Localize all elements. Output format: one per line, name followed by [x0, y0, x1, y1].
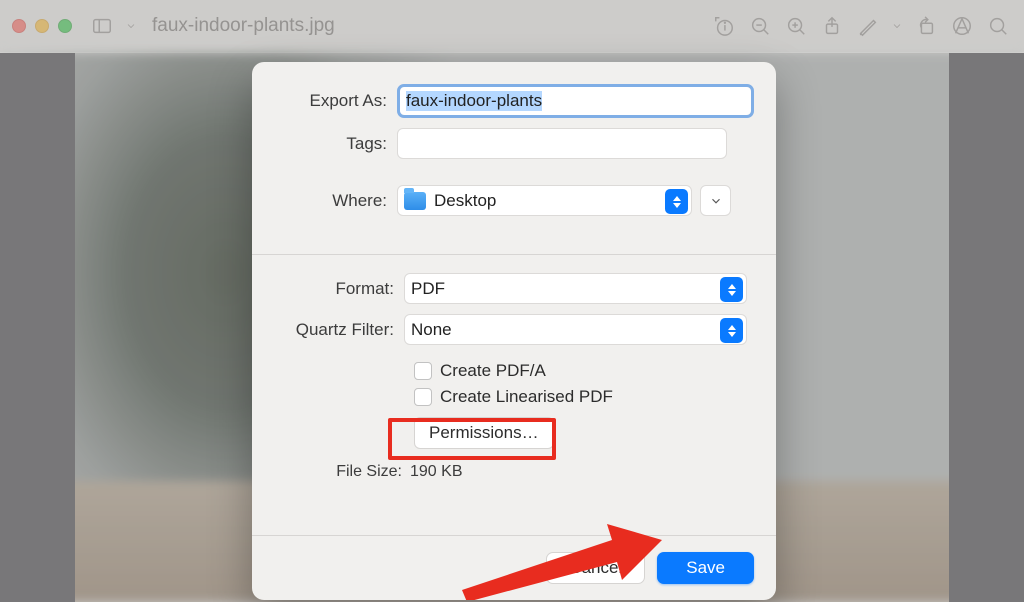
where-value: Desktop [434, 191, 496, 211]
cancel-label: Cancel [569, 558, 622, 578]
markup-menu-chevron-icon[interactable] [890, 12, 904, 40]
export-as-value: faux-indoor-plants [406, 91, 542, 111]
window-title: faux-indoor-plants.jpg [152, 15, 335, 37]
tags-input[interactable] [397, 128, 727, 159]
info-icon[interactable] [710, 12, 738, 40]
format-value: PDF [411, 279, 445, 299]
folder-icon [404, 192, 426, 210]
export-as-label: Export As: [274, 91, 397, 111]
export-dialog: Export As: faux-indoor-plants Tags: Wher… [252, 62, 776, 600]
sidebar-menu-chevron-icon[interactable] [124, 12, 138, 40]
save-label: Save [686, 558, 725, 578]
zoom-in-icon[interactable] [782, 12, 810, 40]
file-size-label: File Size: [274, 463, 410, 481]
close-window-button[interactable] [12, 19, 26, 33]
updown-arrows-icon [720, 277, 743, 302]
updown-arrows-icon [720, 318, 743, 343]
export-as-input[interactable]: faux-indoor-plants [400, 87, 751, 115]
rotate-icon[interactable] [912, 12, 940, 40]
minimize-window-button[interactable] [35, 19, 49, 33]
format-popup[interactable]: PDF [404, 273, 747, 304]
zoom-out-icon[interactable] [746, 12, 774, 40]
permissions-button[interactable]: Permissions… [414, 417, 554, 449]
window-controls [12, 19, 72, 33]
file-size-value: 190 KB [410, 463, 462, 481]
preview-toolbar: faux-indoor-plants.jpg [0, 0, 1024, 53]
export-as-focus-ring: faux-indoor-plants [397, 84, 754, 118]
where-popup[interactable]: Desktop [397, 185, 692, 216]
cancel-button[interactable]: Cancel [546, 552, 645, 584]
quartz-filter-popup[interactable]: None [404, 314, 747, 345]
where-label: Where: [274, 191, 397, 211]
quartz-filter-value: None [411, 320, 452, 340]
create-linearised-label: Create Linearised PDF [440, 387, 613, 407]
create-linearised-checkbox[interactable] [414, 388, 432, 406]
format-label: Format: [274, 279, 404, 299]
create-pdfa-label: Create PDF/A [440, 361, 546, 381]
save-button[interactable]: Save [657, 552, 754, 584]
highlight-icon[interactable] [948, 12, 976, 40]
tags-label: Tags: [274, 134, 397, 154]
dialog-button-bar: Cancel Save [252, 535, 776, 600]
updown-arrows-icon [665, 189, 688, 214]
create-pdfa-checkbox[interactable] [414, 362, 432, 380]
fullscreen-window-button[interactable] [58, 19, 72, 33]
sidebar-toggle-button[interactable] [88, 12, 116, 40]
search-icon[interactable] [984, 12, 1012, 40]
markup-icon[interactable] [854, 12, 882, 40]
share-icon[interactable] [818, 12, 846, 40]
expand-button[interactable] [700, 185, 731, 216]
quartz-filter-label: Quartz Filter: [274, 320, 404, 340]
permissions-label: Permissions… [429, 423, 539, 443]
